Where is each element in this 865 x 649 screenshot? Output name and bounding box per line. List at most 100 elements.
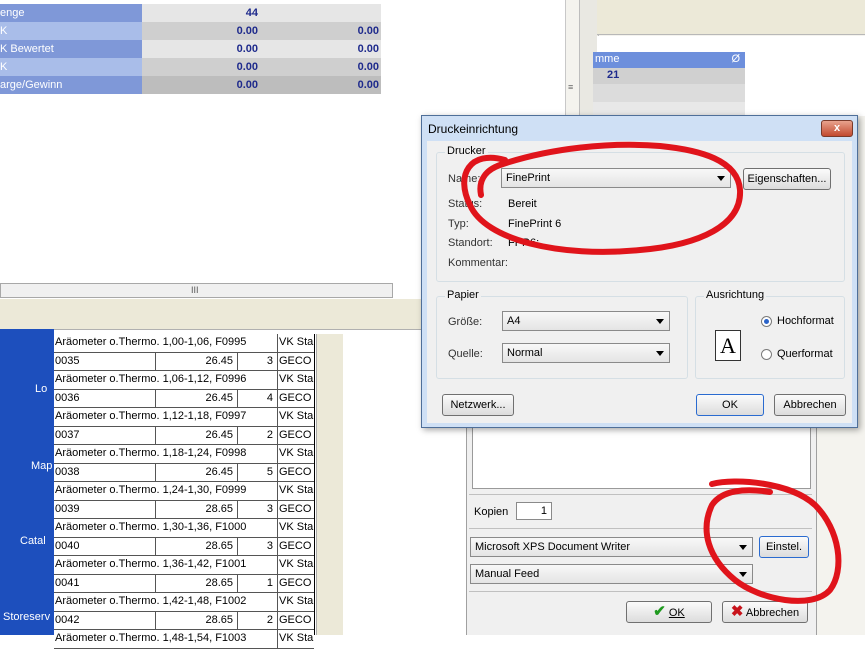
paper-source-select[interactable]: Normal bbox=[502, 343, 670, 363]
table-row[interactable]: 0039 28.65 3 GECO bbox=[54, 500, 314, 519]
stats-value: 44 bbox=[142, 4, 262, 22]
close-icon: ✖ bbox=[730, 603, 744, 620]
status-value: Bereit bbox=[508, 198, 537, 210]
article-number: 0039 bbox=[54, 500, 156, 518]
grip-icon[interactable]: ≡ bbox=[568, 82, 573, 92]
stats-label: arge/Gewinn bbox=[0, 76, 142, 94]
print-setup-dialog: Druckeinrichtung x Drucker Name: FinePri… bbox=[421, 115, 858, 428]
article-qty: 5 bbox=[238, 463, 278, 481]
article-supplier: GECO bbox=[279, 465, 312, 478]
netzwerk-button[interactable]: Netzwerk... bbox=[442, 394, 514, 416]
group-label: Papier bbox=[445, 289, 481, 301]
summary-value: 21 bbox=[607, 69, 620, 81]
kopien-input[interactable]: 1 bbox=[516, 502, 552, 520]
article-name: Aräometer o.Thermo. 1,48-1,54, F1003 bbox=[54, 630, 278, 648]
table-row[interactable]: Aräometer o.Thermo. 1,12-1,18, F0997 VK S… bbox=[54, 408, 314, 427]
desktop-icon-label[interactable]: Storeserv bbox=[3, 611, 50, 623]
hochformat-label[interactable]: Hochformat bbox=[777, 315, 834, 327]
querformat-radio[interactable] bbox=[761, 349, 772, 360]
article-name: Aräometer o.Thermo. 1,00-1,06, F0995 bbox=[54, 334, 278, 352]
table-row[interactable]: 0036 26.45 4 GECO bbox=[54, 389, 314, 408]
desktop-icon-label[interactable]: Catal bbox=[20, 535, 46, 547]
article-number: 0037 bbox=[54, 426, 156, 444]
einstel-button[interactable]: Einstel. bbox=[759, 536, 809, 558]
table-row[interactable]: 0037 26.45 2 GECO bbox=[54, 426, 314, 445]
table-row[interactable]: 0040 28.65 3 GECO bbox=[54, 537, 314, 556]
article-name: Aräometer o.Thermo. 1,12-1,18, F0997 bbox=[54, 408, 278, 426]
papier-group: Papier bbox=[436, 289, 688, 379]
desktop-icon-label[interactable]: Map bbox=[31, 460, 52, 472]
printer-name-select[interactable]: FinePrint bbox=[501, 168, 731, 188]
ok-button[interactable]: OK bbox=[696, 394, 764, 416]
stats-row: K Bewertet 0.00 0.00 bbox=[0, 40, 381, 58]
table-row[interactable]: Aräometer o.Thermo. 1,42-1,48, F1002 VK S… bbox=[54, 593, 314, 612]
stats-value: 0.00 bbox=[262, 40, 381, 58]
querformat-label[interactable]: Querformat bbox=[777, 348, 833, 360]
page-orientation-icon: A bbox=[715, 330, 741, 361]
status-label: Status: bbox=[448, 198, 483, 210]
chevron-down-icon[interactable] bbox=[717, 176, 725, 181]
hochformat-radio[interactable] bbox=[761, 316, 772, 327]
stats-value: 0.00 bbox=[142, 40, 262, 58]
article-qty: 2 bbox=[238, 611, 278, 629]
dialog-body: Drucker Name: FinePrint Eigenschaften...… bbox=[427, 141, 852, 423]
table-row[interactable]: Aräometer o.Thermo. 1,36-1,42, F1001 VK S… bbox=[54, 556, 314, 575]
table-row[interactable]: 0035 26.45 3 GECO bbox=[54, 352, 314, 371]
article-supplier: GECO bbox=[279, 613, 312, 626]
abbrechen-button[interactable]: ✖ Abbrechen bbox=[722, 601, 808, 623]
price-type: VK Sta bbox=[279, 521, 314, 533]
table-row[interactable]: 0038 26.45 5 GECO bbox=[54, 463, 314, 482]
divider bbox=[469, 528, 812, 529]
summary-header-label: mme bbox=[595, 53, 620, 65]
right-toolbar bbox=[597, 0, 865, 35]
quelle-label: Quelle: bbox=[448, 348, 483, 360]
table-row[interactable]: 0042 28.65 2 GECO bbox=[54, 611, 314, 630]
summary-row bbox=[593, 84, 745, 102]
scroll-thumb-icon[interactable]: III bbox=[191, 285, 199, 295]
article-supplier: GECO bbox=[279, 428, 312, 441]
abbrechen-button-label: Abbrechen bbox=[745, 607, 800, 619]
stats-value: 0.00 bbox=[262, 76, 381, 94]
list-scrollbar[interactable] bbox=[316, 334, 343, 635]
table-row[interactable]: Aräometer o.Thermo. 1,48-1,54, F1003 VK S… bbox=[54, 630, 314, 649]
table-row[interactable]: Aräometer o.Thermo. 1,30-1,36, F1000 VK S… bbox=[54, 519, 314, 538]
desktop-icon-label[interactable]: Lo bbox=[35, 383, 47, 395]
stats-label: enge bbox=[0, 4, 142, 22]
article-qty: 3 bbox=[238, 537, 278, 555]
table-row[interactable]: Aräometer o.Thermo. 1,00-1,06, F0995 VK S… bbox=[54, 334, 314, 353]
stats-row: arge/Gewinn 0.00 0.00 bbox=[0, 76, 381, 94]
group-label: Ausrichtung bbox=[704, 289, 767, 301]
article-price: 26.45 bbox=[156, 463, 238, 481]
article-name: Aräometer o.Thermo. 1,36-1,42, F1001 bbox=[54, 556, 278, 574]
chevron-down-icon[interactable] bbox=[656, 319, 664, 324]
toolbar bbox=[0, 299, 430, 330]
printer-select-value: Microsoft XPS Document Writer bbox=[475, 541, 631, 553]
stats-row: enge 44 bbox=[0, 4, 381, 22]
chevron-down-icon[interactable] bbox=[656, 351, 664, 356]
article-price: 28.65 bbox=[156, 500, 238, 518]
article-qty: 1 bbox=[238, 574, 278, 592]
feed-select[interactable]: Manual Feed bbox=[470, 564, 753, 584]
eigenschaften-button[interactable]: Eigenschaften... bbox=[743, 168, 831, 190]
stats-value bbox=[262, 4, 381, 22]
table-row[interactable]: Aräometer o.Thermo. 1,18-1,24, F0998 VK S… bbox=[54, 445, 314, 464]
ok-button[interactable]: ✔ OK bbox=[626, 601, 712, 623]
table-row[interactable]: 0041 28.65 1 GECO bbox=[54, 574, 314, 593]
divider bbox=[469, 494, 812, 495]
paper-size-select[interactable]: A4 bbox=[502, 311, 670, 331]
close-icon[interactable]: x bbox=[821, 120, 853, 137]
table-row[interactable]: Aräometer o.Thermo. 1,06-1,12, F0996 VK S… bbox=[54, 371, 314, 390]
article-price: 26.45 bbox=[156, 389, 238, 407]
radio-dot-icon bbox=[764, 319, 769, 324]
article-number: 0035 bbox=[54, 352, 156, 370]
printer-select[interactable]: Microsoft XPS Document Writer bbox=[470, 537, 753, 557]
stats-value: 0.00 bbox=[142, 22, 262, 40]
chevron-down-icon[interactable] bbox=[739, 572, 747, 577]
standort-label: Standort: bbox=[448, 237, 493, 249]
table-row[interactable]: Aräometer o.Thermo. 1,24-1,30, F0999 VK S… bbox=[54, 482, 314, 501]
horizontal-scrollbar[interactable]: III bbox=[0, 283, 393, 298]
abbrechen-button[interactable]: Abbrechen bbox=[774, 394, 846, 416]
price-type: VK Sta bbox=[279, 558, 314, 570]
kopien-label: Kopien bbox=[474, 506, 509, 518]
chevron-down-icon[interactable] bbox=[739, 545, 747, 550]
